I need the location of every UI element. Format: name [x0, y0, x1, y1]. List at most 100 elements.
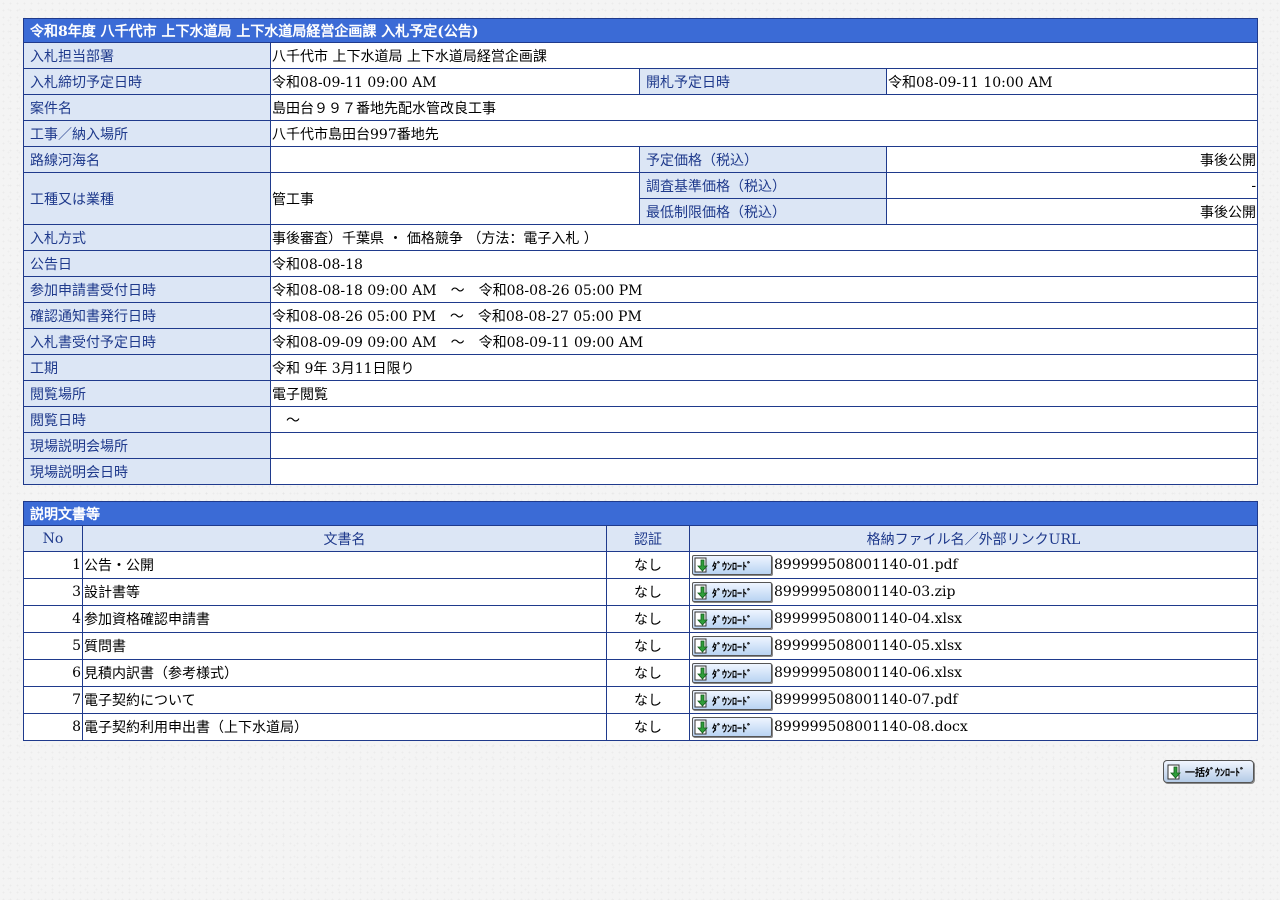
route-value — [270, 146, 640, 173]
doc-name: 見積内訳書（参考様式） — [82, 659, 607, 687]
method-value: 事後審査）千葉県 ・ 価格競争 （方法：電子入札 ） — [269, 224, 1259, 251]
period-value: 令和 9年 3月11日限り — [269, 354, 1259, 381]
download-button[interactable]: ﾀﾞｳﾝﾛｰﾄﾞ — [692, 663, 772, 683]
work-type-value: 管工事 — [270, 172, 640, 225]
bulk-download-button[interactable]: 一括ﾀﾞｳﾝﾛｰﾄﾞ — [1163, 760, 1254, 783]
download-arrow-icon — [694, 584, 708, 600]
col-header-cert: 認証 — [606, 525, 690, 552]
confirmation-value: 令和08-08-26 05:00 PM ～ 令和08-08-27 05:00 P… — [269, 302, 1259, 329]
download-button-label: ﾀﾞｳﾝﾛｰﾄﾞ — [712, 588, 752, 600]
doc-cert: なし — [606, 713, 690, 741]
deadline-value: 令和08-09-11 09:00 AM — [270, 68, 640, 95]
survey-price-value: - — [885, 172, 1259, 199]
doc-file-name: 899999508001140-05.xlsx — [774, 638, 963, 654]
doc-no: 4 — [23, 605, 83, 633]
application-label: 参加申請書受付日時 — [23, 276, 271, 303]
doc-cert: なし — [606, 632, 690, 660]
doc-file-name: 899999508001140-08.docx — [774, 719, 968, 735]
download-button[interactable]: ﾀﾞｳﾝﾛｰﾄﾞ — [692, 636, 772, 656]
min-price-label: 最低制限価格（税込） — [639, 198, 887, 225]
viewing-date-value: ～ — [269, 406, 1259, 433]
doc-name: 公告・公開 — [82, 551, 607, 579]
doc-file-cell: ﾀﾞｳﾝﾛｰﾄﾞ 899999508001140-03.zip — [689, 578, 1258, 606]
bid-info-table: 令和8年度 八千代市 上下水道局 上下水道局経営企画課 入札予定(公告) 入札担… — [22, 18, 1259, 485]
deadline-label: 入札締切予定日時 — [23, 68, 271, 95]
work-type-label: 工種又は業種 — [23, 172, 271, 225]
doc-cert: なし — [606, 659, 690, 687]
notice-date-label: 公告日 — [23, 250, 271, 277]
col-header-no: No — [23, 525, 83, 552]
download-arrow-icon — [694, 665, 708, 681]
doc-name: 電子契約利用申出書（上下水道局） — [82, 713, 607, 741]
download-arrow-icon — [694, 719, 708, 735]
project-value: 島田台９９７番地先配水管改良工事 — [269, 94, 1259, 121]
doc-cert: なし — [606, 578, 690, 606]
download-button[interactable]: ﾀﾞｳﾝﾛｰﾄﾞ — [692, 555, 772, 575]
bulk-download-label: 一括ﾀﾞｳﾝﾛｰﾄﾞ — [1185, 768, 1245, 779]
doc-file-cell: ﾀﾞｳﾝﾛｰﾄﾞ 899999508001140-08.docx — [689, 713, 1258, 741]
download-button[interactable]: ﾀﾞｳﾝﾛｰﾄﾞ — [692, 609, 772, 629]
doc-no: 5 — [23, 632, 83, 660]
doc-file-cell: ﾀﾞｳﾝﾛｰﾄﾞ 899999508001140-05.xlsx — [689, 632, 1258, 660]
bid-accept-value: 令和08-09-09 09:00 AM ～ 令和08-09-11 09:00 A… — [269, 328, 1259, 355]
survey-price-label: 調査基準価格（税込） — [639, 172, 887, 199]
doc-file-name: 899999508001140-03.zip — [774, 584, 956, 600]
dept-value: 八千代市 上下水道局 上下水道局経営企画課 — [269, 42, 1259, 69]
table-row: 3 設計書等 なし ﾀﾞｳﾝﾛｰﾄﾞ 899999508001140-03.zip — [23, 578, 1258, 606]
download-button-label: ﾀﾞｳﾝﾛｰﾄﾞ — [712, 669, 752, 681]
doc-file-name: 899999508001140-04.xlsx — [774, 611, 963, 627]
period-label: 工期 — [23, 354, 271, 381]
viewing-place-label: 閲覧場所 — [23, 380, 271, 407]
dept-label: 入札担当部署 — [23, 42, 271, 69]
application-value: 令和08-08-18 09:00 AM ～ 令和08-08-26 05:00 P… — [269, 276, 1259, 303]
opening-value: 令和08-09-11 10:00 AM — [885, 68, 1259, 95]
method-label: 入札方式 — [23, 224, 271, 251]
doc-file-name: 899999508001140-06.xlsx — [774, 665, 963, 681]
doc-cert: なし — [606, 605, 690, 633]
documents-title: 説明文書等 — [23, 501, 1258, 526]
doc-no: 6 — [23, 659, 83, 687]
site-date-value — [269, 458, 1259, 485]
col-header-file: 格納ファイル名／外部リンクURL — [689, 525, 1258, 552]
table-row: 7 電子契約について なし ﾀﾞｳﾝﾛｰﾄﾞ 899999508001140-07.pd… — [23, 686, 1258, 714]
download-arrow-icon — [694, 692, 708, 708]
bid-accept-label: 入札書受付予定日時 — [23, 328, 271, 355]
table-row: 5 質問書 なし ﾀﾞｳﾝﾛｰﾄﾞ 899999508001140-05.xlsx — [23, 632, 1258, 660]
table-row: 1 公告・公開 なし ﾀﾞｳﾝﾛｰﾄﾞ 899999508001140-01.pdf — [23, 551, 1258, 579]
table-row: 4 参加資格確認申請書 なし ﾀﾞｳﾝﾛｰﾄﾞ 899999508001140-04.x… — [23, 605, 1258, 633]
confirmation-label: 確認通知書発行日時 — [23, 302, 271, 329]
site-place-value — [269, 432, 1259, 459]
notice-date-value: 令和08-08-18 — [269, 250, 1259, 277]
download-button[interactable]: ﾀﾞｳﾝﾛｰﾄﾞ — [692, 717, 772, 737]
doc-file-name: 899999508001140-07.pdf — [774, 692, 958, 708]
doc-file-cell: ﾀﾞｳﾝﾛｰﾄﾞ 899999508001140-04.xlsx — [689, 605, 1258, 633]
doc-name: 質問書 — [82, 632, 607, 660]
documents-table: 説明文書等 No 文書名 認証 格納ファイル名／外部リンクURL 1 公告・公開な… — [23, 501, 1258, 741]
location-value: 八千代市島田台997番地先 — [269, 120, 1259, 147]
download-arrow-icon — [694, 557, 708, 573]
download-arrow-icon — [1167, 764, 1181, 779]
download-button-label: ﾀﾞｳﾝﾛｰﾄﾞ — [712, 561, 752, 573]
doc-cert: なし — [606, 551, 690, 579]
doc-no: 1 — [23, 551, 83, 579]
viewing-date-label: 閲覧日時 — [23, 406, 271, 433]
download-button-label: ﾀﾞｳﾝﾛｰﾄﾞ — [712, 723, 752, 735]
location-label: 工事／納入場所 — [23, 120, 271, 147]
viewing-place-value: 電子閲覧 — [269, 380, 1259, 407]
doc-name: 参加資格確認申請書 — [82, 605, 607, 633]
doc-no: 8 — [23, 713, 83, 741]
download-button-label: ﾀﾞｳﾝﾛｰﾄﾞ — [712, 615, 752, 627]
project-label: 案件名 — [23, 94, 271, 121]
opening-label: 開札予定日時 — [639, 68, 887, 95]
download-button[interactable]: ﾀﾞｳﾝﾛｰﾄﾞ — [692, 690, 772, 710]
table-row: 8 電子契約利用申出書（上下水道局） なし ﾀﾞｳﾝﾛｰﾄﾞ 8999995080011… — [23, 713, 1258, 741]
doc-file-cell: ﾀﾞｳﾝﾛｰﾄﾞ 899999508001140-07.pdf — [689, 686, 1258, 714]
planned-price-value: 事後公開 — [885, 146, 1259, 173]
download-button-label: ﾀﾞｳﾝﾛｰﾄﾞ — [712, 642, 752, 654]
download-button[interactable]: ﾀﾞｳﾝﾛｰﾄﾞ — [692, 582, 772, 602]
doc-name: 設計書等 — [82, 578, 607, 606]
download-arrow-icon — [694, 638, 708, 654]
site-place-label: 現場説明会場所 — [23, 432, 271, 459]
doc-name: 電子契約について — [82, 686, 607, 714]
site-date-label: 現場説明会日時 — [23, 458, 271, 485]
